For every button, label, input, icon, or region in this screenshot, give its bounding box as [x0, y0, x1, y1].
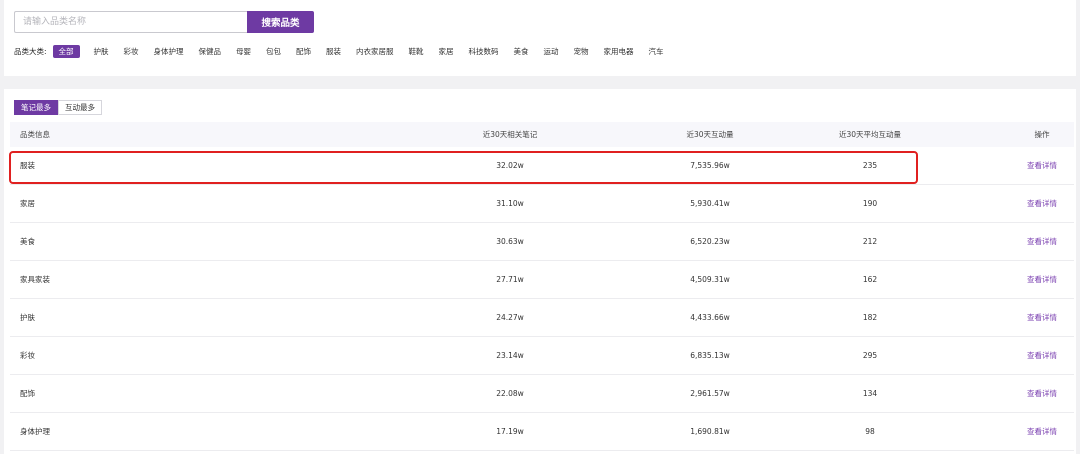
- table-row: 护肤 24.27w 4,433.66w 182 查看详情: [10, 299, 1074, 337]
- category-name: 家居: [20, 199, 35, 208]
- table-row: 服装 32.02w 7,535.96w 235 查看详情: [10, 147, 1074, 185]
- category-name: 身体护理: [20, 427, 50, 436]
- category-chip[interactable]: 美食: [513, 45, 530, 58]
- notes-count: 30.63w: [496, 237, 524, 246]
- category-chip[interactable]: 汽车: [648, 45, 665, 58]
- table-row: 彩妆 23.14w 6,835.13w 295 查看详情: [10, 337, 1074, 375]
- category-chip[interactable]: 全部: [52, 45, 80, 58]
- view-details-link[interactable]: 查看详情: [1010, 413, 1074, 450]
- notes-count: 31.10w: [496, 199, 524, 208]
- avg-interaction-count: 212: [862, 237, 878, 246]
- category-chip[interactable]: 护肤: [93, 45, 110, 58]
- notes-count: 24.27w: [496, 313, 524, 322]
- notes-count: 22.08w: [496, 389, 524, 398]
- category-filter: 品类大类: 全部 护肤 彩妆 身体护理 保健品 母婴 包包 配饰 服装 内衣家居服 鞋靴 家居 科技数码…: [14, 45, 678, 58]
- category-name: 家具家装: [20, 275, 50, 284]
- category-chip[interactable]: 彩妆: [123, 45, 140, 58]
- category-filter-label: 品类大类:: [14, 47, 47, 56]
- category-name: 彩妆: [20, 351, 35, 360]
- view-details-link[interactable]: 查看详情: [1010, 185, 1074, 222]
- table-row: 配饰 22.08w 2,961.57w 134 查看详情: [10, 375, 1074, 413]
- table-row: 家居 31.10w 5,930.41w 190 查看详情: [10, 185, 1074, 223]
- category-chip[interactable]: 包包: [265, 45, 282, 58]
- avg-interaction-count: 190: [862, 199, 878, 208]
- category-chip[interactable]: 鞋靴: [408, 45, 425, 58]
- avg-interaction-count: 235: [862, 161, 878, 170]
- search-bar: 搜索品类: [14, 11, 314, 33]
- notes-count: 27.71w: [496, 275, 524, 284]
- category-name: 护肤: [20, 313, 35, 322]
- category-chip[interactable]: 科技数码: [468, 45, 500, 58]
- category-chip[interactable]: 家居: [438, 45, 455, 58]
- search-category-button[interactable]: 搜索品类: [247, 11, 314, 33]
- filter-panel: 搜索品类 品类大类: 全部护肤彩妆身体护理保健品母婴包包配饰服装内衣家居服鞋靴家…: [4, 0, 1076, 76]
- view-details-link[interactable]: 查看详情: [1010, 147, 1074, 184]
- category-chip[interactable]: 配饰: [295, 45, 312, 58]
- notes-count: 17.19w: [496, 427, 524, 436]
- view-details-link[interactable]: 查看详情: [1010, 375, 1074, 412]
- category-name: 服装: [20, 161, 35, 170]
- category-chip[interactable]: 家用电器: [603, 45, 635, 58]
- category-chip[interactable]: 运动: [543, 45, 560, 58]
- header-avg-interactions-30d: 近30天平均互动量: [838, 130, 902, 139]
- avg-interaction-count: 182: [862, 313, 878, 322]
- view-details-link[interactable]: 查看详情: [1010, 299, 1074, 336]
- view-details-link[interactable]: 查看详情: [1010, 223, 1074, 260]
- header-category-info: 品类信息: [20, 130, 50, 139]
- view-details-link[interactable]: 查看详情: [1010, 261, 1074, 298]
- tab-most-notes[interactable]: 笔记最多: [14, 100, 58, 115]
- category-chip[interactable]: 服装: [325, 45, 342, 58]
- table-row: 家具家装 27.71w 4,509.31w 162 查看详情: [10, 261, 1074, 299]
- table-row: 美食 30.63w 6,520.23w 212 查看详情: [10, 223, 1074, 261]
- category-name: 美食: [20, 237, 35, 246]
- avg-interaction-count: 295: [862, 351, 878, 360]
- sort-tabs: 笔记最多 互动最多: [14, 100, 102, 115]
- category-chip[interactable]: 保健品: [198, 45, 223, 58]
- header-notes-30d: 近30天相关笔记: [482, 130, 538, 139]
- avg-interaction-count: 98: [865, 427, 875, 436]
- notes-count: 32.02w: [496, 161, 524, 170]
- category-chip[interactable]: 母婴: [235, 45, 252, 58]
- notes-count: 23.14w: [496, 351, 524, 360]
- avg-interaction-count: 134: [862, 389, 878, 398]
- table-row: 身体护理 17.19w 1,690.81w 98 查看详情: [10, 413, 1074, 451]
- avg-interaction-count: 162: [862, 275, 878, 284]
- category-ranking-panel: 笔记最多 互动最多 品类信息 近30天相关笔记 近30天互动量 近30天平均互动…: [4, 89, 1076, 454]
- tab-most-interactions[interactable]: 互动最多: [58, 100, 102, 115]
- category-chip[interactable]: 内衣家居服: [355, 45, 395, 58]
- category-search-input[interactable]: [14, 11, 247, 33]
- view-details-link[interactable]: 查看详情: [1010, 337, 1074, 374]
- category-chip[interactable]: 身体护理: [153, 45, 185, 58]
- table-header: 品类信息 近30天相关笔记 近30天互动量 近30天平均互动量 操作: [10, 122, 1074, 147]
- header-actions: 操作: [1034, 130, 1050, 139]
- category-chip[interactable]: 宠物: [573, 45, 590, 58]
- category-name: 配饰: [20, 389, 35, 398]
